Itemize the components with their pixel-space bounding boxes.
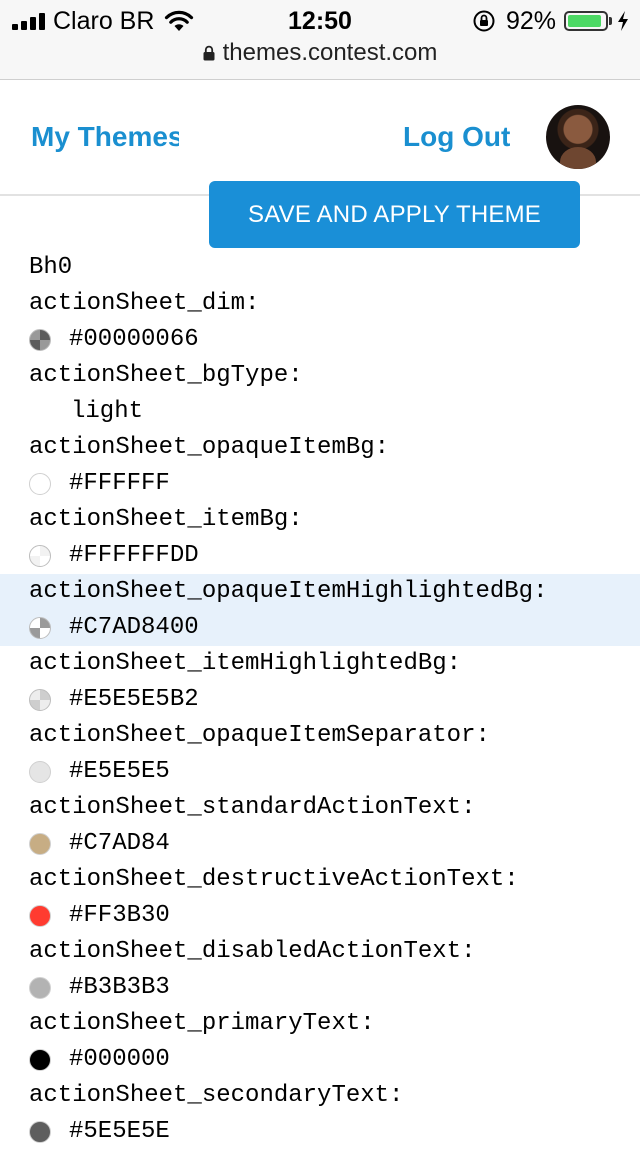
url-text: themes.contest.com [222, 39, 438, 66]
entry-value-row: #E5E5E5 [0, 754, 640, 790]
entry-value-row: #FF3B30 [0, 898, 640, 934]
rotation-lock-icon [473, 10, 495, 32]
entry-key: actionSheet_dim: [29, 290, 260, 317]
entry-value[interactable]: #FFFFFF [69, 466, 170, 502]
entry-value-row: #000000 [0, 1042, 640, 1078]
theme-entry[interactable]: actionSheet_disabledActionText: #B3B3B3 [0, 934, 640, 1006]
checker-swatch-icon[interactable] [29, 329, 51, 351]
theme-name: Bh0 [29, 254, 73, 281]
entry-value[interactable]: #FFFFFFDD [69, 538, 199, 574]
theme-properties-list: Bh0 actionSheet_dim: #00000066 actionSheet… [0, 250, 640, 1150]
checker-swatch-icon[interactable] [29, 545, 51, 567]
entry-value[interactable]: #5E5E5E [69, 1114, 170, 1150]
color-swatch-icon[interactable] [29, 977, 51, 999]
theme-entry[interactable]: actionSheet_opaqueItemHighlightedBg: #C7A… [0, 574, 640, 646]
my-themes-link[interactable]: My Themes [31, 119, 179, 155]
theme-entry[interactable]: actionSheet_dim: #00000066 [0, 286, 640, 358]
theme-entry[interactable]: actionSheet_destructiveActionText: #FF3B3… [0, 862, 640, 934]
theme-entry[interactable]: actionSheet_standardActionText: #C7AD84 [0, 790, 640, 862]
entry-key: actionSheet_primaryText: [29, 1010, 375, 1037]
theme-entry[interactable]: actionSheet_secondaryText: #5E5E5E [0, 1078, 640, 1150]
lock-icon [203, 45, 215, 61]
checker-swatch-icon[interactable] [29, 689, 51, 711]
status-right: 92% [472, 6, 630, 36]
color-swatch-icon[interactable] [29, 1121, 51, 1143]
entry-value[interactable]: #E5E5E5 [69, 754, 170, 790]
save-and-apply-theme-button[interactable]: SAVE AND APPLY THEME [209, 181, 580, 248]
entry-value-row: #00000066 [0, 322, 640, 358]
theme-entry[interactable]: actionSheet_bgType:light [0, 358, 640, 430]
entry-key: actionSheet_itemHighlightedBg: [29, 650, 462, 677]
checker-swatch-icon[interactable] [29, 617, 51, 639]
entry-value[interactable]: #000000 [69, 1042, 170, 1078]
battery-percent: 92% [505, 6, 556, 35]
entry-value-row: #B3B3B3 [0, 970, 640, 1006]
entry-value-row: #FFFFFF [0, 466, 640, 502]
entry-value[interactable]: #C7AD84 [69, 826, 170, 862]
color-swatch-icon[interactable] [29, 761, 51, 783]
entry-value-row: #E5E5E5B2 [0, 682, 640, 718]
avatar[interactable] [546, 105, 610, 169]
log-out-link[interactable]: Log Out [403, 119, 510, 155]
battery-icon [564, 11, 608, 31]
battery-tip [609, 17, 612, 25]
battery-level [568, 15, 602, 27]
entry-key: actionSheet_bgType: [29, 362, 303, 389]
theme-entry[interactable]: actionSheet_opaqueItemBg: #FFFFFF [0, 430, 640, 502]
entry-key: actionSheet_opaqueItemHighlightedBg: [29, 578, 548, 605]
color-swatch-icon[interactable] [29, 1049, 51, 1071]
theme-entry[interactable]: actionSheet_itemHighlightedBg: #E5E5E5B2 [0, 646, 640, 718]
entry-value-row: light [0, 394, 640, 430]
entry-key: actionSheet_itemBg: [29, 506, 303, 533]
entry-value-row: #C7AD84 [0, 826, 640, 862]
entry-value[interactable]: #E5E5E5B2 [69, 682, 199, 718]
entry-key: actionSheet_secondaryText: [29, 1082, 404, 1109]
entry-value-row: #FFFFFFDD [0, 538, 640, 574]
theme-entry[interactable]: actionSheet_opaqueItemSeparator: #E5E5E5 [0, 718, 640, 790]
app-header: My Themes Log Out [0, 80, 640, 196]
address-bar[interactable]: themes.contest.com [0, 38, 640, 68]
charging-bolt-icon [618, 11, 628, 31]
entry-key: actionSheet_opaqueItemBg: [29, 434, 390, 461]
entry-value[interactable]: #FF3B30 [69, 898, 170, 934]
color-swatch-icon[interactable] [29, 473, 51, 495]
entry-key: actionSheet_disabledActionText: [29, 938, 476, 965]
entry-key: actionSheet_opaqueItemSeparator: [29, 722, 490, 749]
color-swatch-icon[interactable] [29, 905, 51, 927]
entry-key: actionSheet_standardActionText: [29, 794, 476, 821]
entry-value[interactable]: light [71, 394, 143, 430]
entry-value-row: #5E5E5E [0, 1114, 640, 1150]
entry-key: actionSheet_destructiveActionText: [29, 866, 519, 893]
status-bar: Claro BR 12:50 92% themes.contest.com [0, 0, 640, 80]
entry-value-row: #C7AD8400 [0, 610, 640, 646]
entry-value[interactable]: #C7AD8400 [69, 610, 199, 646]
theme-entry[interactable]: actionSheet_itemBg: #FFFFFFDD [0, 502, 640, 574]
entry-value[interactable]: #B3B3B3 [69, 970, 170, 1006]
entry-value[interactable]: #00000066 [69, 322, 199, 358]
color-swatch-icon[interactable] [29, 833, 51, 855]
theme-entry[interactable]: actionSheet_primaryText: #000000 [0, 1006, 640, 1078]
